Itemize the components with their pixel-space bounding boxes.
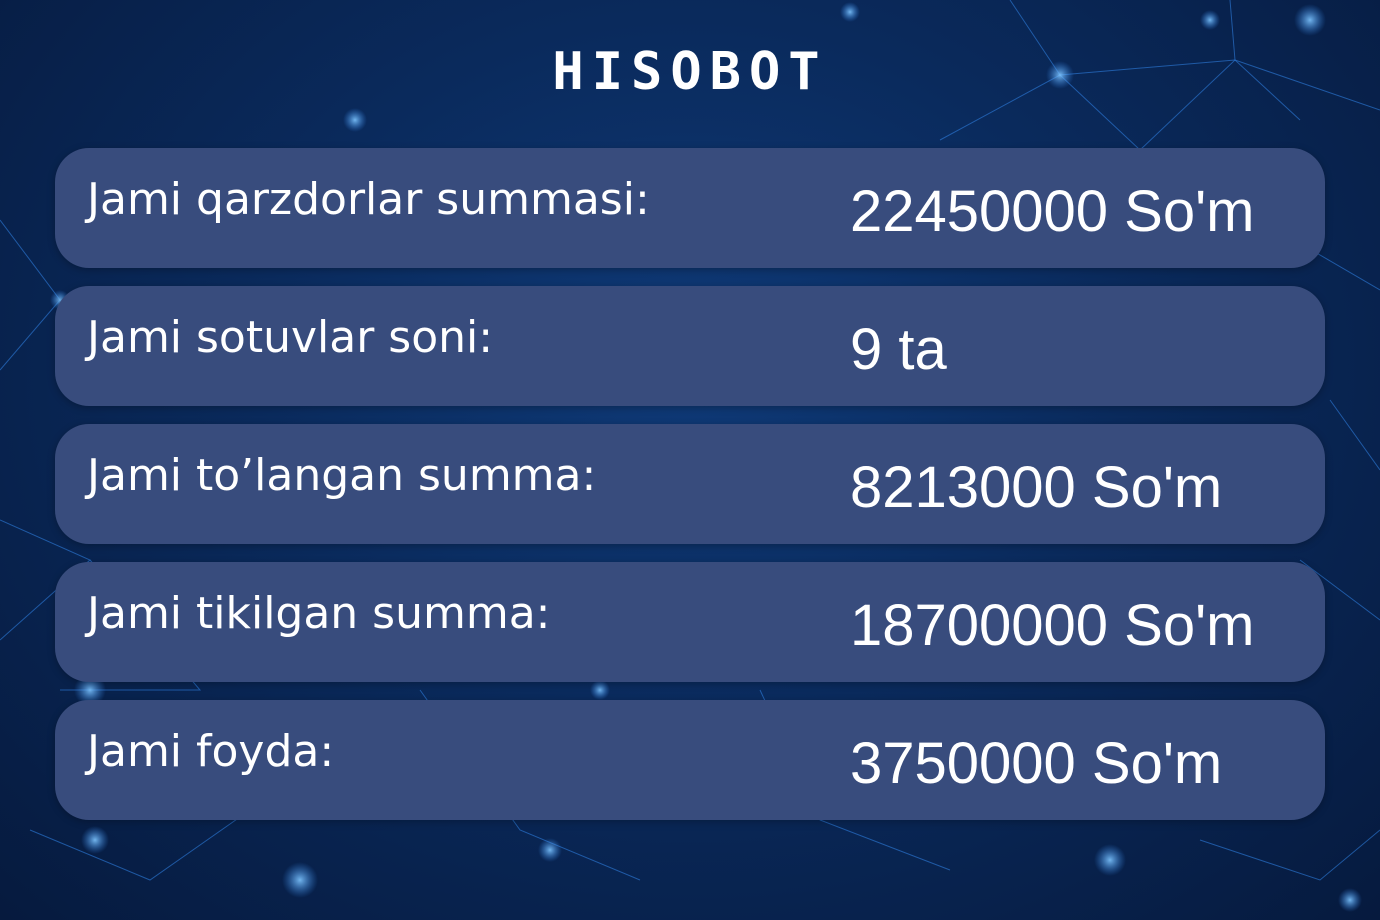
page-title: HISOBOT — [552, 42, 828, 102]
row-total-debt: Jami qarzdorlar summasi: 22450000 So'm — [55, 148, 1325, 268]
row-total-paid: Jami to’langan summa: 8213000 So'm — [55, 424, 1325, 544]
row-label: Jami foyda: — [87, 726, 335, 777]
row-label: Jami tikilgan summa: — [87, 588, 551, 639]
row-total-invested: Jami tikilgan summa: 18700000 So'm — [55, 562, 1325, 682]
row-value: 18700000 So'm — [850, 593, 1255, 658]
row-total-sales: Jami sotuvlar soni: 9 ta — [55, 286, 1325, 406]
row-value: 22450000 So'm — [850, 179, 1255, 244]
row-label: Jami qarzdorlar summasi: — [87, 174, 650, 225]
row-total-profit: Jami foyda: 3750000 So'm — [55, 700, 1325, 820]
row-value: 9 ta — [850, 317, 947, 382]
row-value: 8213000 So'm — [850, 455, 1223, 520]
row-label: Jami sotuvlar soni: — [87, 312, 494, 363]
row-label: Jami to’langan summa: — [87, 450, 597, 501]
row-value: 3750000 So'm — [850, 731, 1223, 796]
